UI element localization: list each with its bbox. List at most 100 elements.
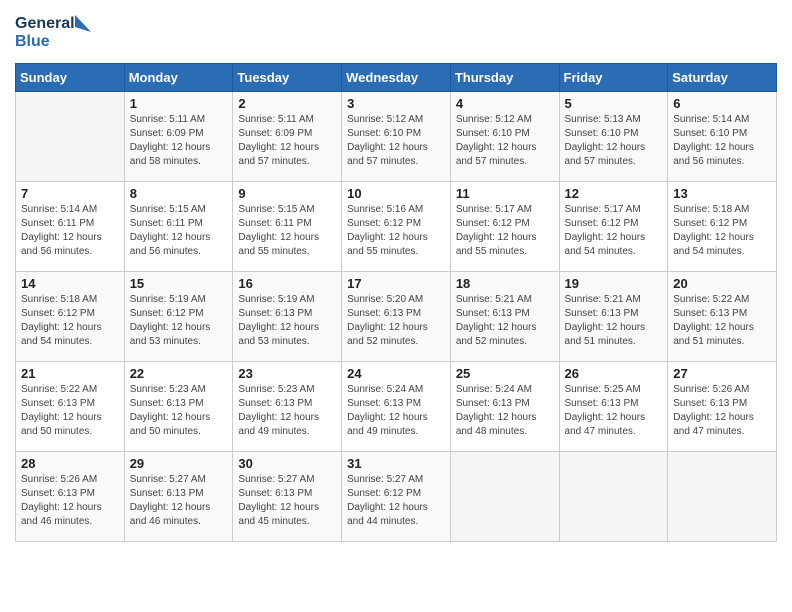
- calendar-cell: 2Sunrise: 5:11 AMSunset: 6:09 PMDaylight…: [233, 92, 342, 182]
- day-info: Sunrise: 5:26 AMSunset: 6:13 PMDaylight:…: [673, 383, 771, 439]
- day-number: 31: [347, 456, 445, 471]
- day-info: Sunrise: 5:17 AMSunset: 6:12 PMDaylight:…: [456, 203, 554, 259]
- calendar-cell: 24Sunrise: 5:24 AMSunset: 6:13 PMDayligh…: [342, 362, 451, 452]
- calendar-cell: 30Sunrise: 5:27 AMSunset: 6:13 PMDayligh…: [233, 452, 342, 542]
- day-number: 28: [21, 456, 119, 471]
- day-number: 25: [456, 366, 554, 381]
- day-number: 9: [238, 186, 336, 201]
- calendar-cell: 9 Sunrise: 5:15 AMSunset: 6:11 PMDaylight…: [233, 182, 342, 272]
- day-info: Sunrise: 5:15 AMSunset: 6:11 PMDaylight:…: [238, 203, 336, 259]
- calendar-cell: 31Sunrise: 5:27 AMSunset: 6:12 PMDayligh…: [342, 452, 451, 542]
- week-row-3: 14 Sunrise: 5:18 AMSunset: 6:12 PMDayligh…: [16, 272, 777, 362]
- day-info: Sunrise: 5:16 AMSunset: 6:12 PMDaylight:…: [347, 203, 445, 259]
- week-row-2: 7 Sunrise: 5:14 AMSunset: 6:11 PMDaylight…: [16, 182, 777, 272]
- day-info: Sunrise: 5:24 AMSunset: 6:13 PMDaylight:…: [456, 383, 554, 439]
- calendar-cell: 15 Sunrise: 5:19 AMSunset: 6:12 PMDayligh…: [124, 272, 233, 362]
- calendar-cell: 1Sunrise: 5:11 AMSunset: 6:09 PMDaylight…: [124, 92, 233, 182]
- calendar-cell: 29 Sunrise: 5:27 AMSunset: 6:13 PMDayligh…: [124, 452, 233, 542]
- day-info: Sunrise: 5:20 AMSunset: 6:13 PMDaylight:…: [347, 293, 445, 349]
- day-info: Sunrise: 5:24 AMSunset: 6:13 PMDaylight:…: [347, 383, 445, 439]
- calendar-cell: 20Sunrise: 5:22 AMSunset: 6:13 PMDayligh…: [668, 272, 777, 362]
- calendar-cell: 13 Sunrise: 5:18 AMSunset: 6:12 PMDayligh…: [668, 182, 777, 272]
- calendar-cell: 11 Sunrise: 5:17 AMSunset: 6:12 PMDayligh…: [450, 182, 559, 272]
- day-number: 27: [673, 366, 771, 381]
- day-info: Sunrise: 5:14 AMSunset: 6:11 PMDaylight:…: [21, 203, 119, 259]
- day-number: 19: [565, 276, 663, 291]
- calendar-cell: 27 Sunrise: 5:26 AMSunset: 6:13 PMDayligh…: [668, 362, 777, 452]
- weekday-header-saturday: Saturday: [668, 64, 777, 92]
- weekday-header-friday: Friday: [559, 64, 668, 92]
- day-number: 7: [21, 186, 119, 201]
- day-number: 10: [347, 186, 445, 201]
- day-number: 4: [456, 96, 554, 111]
- day-number: 3: [347, 96, 445, 111]
- calendar-table: SundayMondayTuesdayWednesdayThursdayFrid…: [15, 63, 777, 542]
- day-info: Sunrise: 5:12 AMSunset: 6:10 PMDaylight:…: [456, 113, 554, 169]
- day-number: 16: [238, 276, 336, 291]
- day-number: 22: [130, 366, 228, 381]
- calendar-cell: 22 Sunrise: 5:23 AMSunset: 6:13 PMDayligh…: [124, 362, 233, 452]
- calendar-cell: [668, 452, 777, 542]
- day-info: Sunrise: 5:21 AMSunset: 6:13 PMDaylight:…: [565, 293, 663, 349]
- day-number: 14: [21, 276, 119, 291]
- day-number: 30: [238, 456, 336, 471]
- weekday-header-sunday: Sunday: [16, 64, 125, 92]
- day-info: Sunrise: 5:13 AMSunset: 6:10 PMDaylight:…: [565, 113, 663, 169]
- calendar-cell: 7 Sunrise: 5:14 AMSunset: 6:11 PMDaylight…: [16, 182, 125, 272]
- day-info: Sunrise: 5:19 AMSunset: 6:12 PMDaylight:…: [130, 293, 228, 349]
- calendar-cell: [559, 452, 668, 542]
- calendar-cell: 4 Sunrise: 5:12 AMSunset: 6:10 PMDaylight…: [450, 92, 559, 182]
- day-info: Sunrise: 5:21 AMSunset: 6:13 PMDaylight:…: [456, 293, 554, 349]
- day-number: 21: [21, 366, 119, 381]
- calendar-cell: 5 Sunrise: 5:13 AMSunset: 6:10 PMDaylight…: [559, 92, 668, 182]
- day-number: 20: [673, 276, 771, 291]
- weekday-header-tuesday: Tuesday: [233, 64, 342, 92]
- day-number: 26: [565, 366, 663, 381]
- day-info: Sunrise: 5:18 AMSunset: 6:12 PMDaylight:…: [673, 203, 771, 259]
- calendar-cell: 12Sunrise: 5:17 AMSunset: 6:12 PMDayligh…: [559, 182, 668, 272]
- day-info: Sunrise: 5:27 AMSunset: 6:13 PMDaylight:…: [130, 473, 228, 529]
- day-info: Sunrise: 5:22 AMSunset: 6:13 PMDaylight:…: [21, 383, 119, 439]
- weekday-header-row: SundayMondayTuesdayWednesdayThursdayFrid…: [16, 64, 777, 92]
- day-number: 23: [238, 366, 336, 381]
- week-row-4: 21 Sunrise: 5:22 AMSunset: 6:13 PMDayligh…: [16, 362, 777, 452]
- day-info: Sunrise: 5:14 AMSunset: 6:10 PMDaylight:…: [673, 113, 771, 169]
- day-number: 15: [130, 276, 228, 291]
- day-info: Sunrise: 5:23 AMSunset: 6:13 PMDaylight:…: [130, 383, 228, 439]
- day-info: Sunrise: 5:18 AMSunset: 6:12 PMDaylight:…: [21, 293, 119, 349]
- day-number: 11: [456, 186, 554, 201]
- calendar-cell: 16 Sunrise: 5:19 AMSunset: 6:13 PMDayligh…: [233, 272, 342, 362]
- day-info: Sunrise: 5:19 AMSunset: 6:13 PMDaylight:…: [238, 293, 336, 349]
- day-info: Sunrise: 5:23 AMSunset: 6:13 PMDaylight:…: [238, 383, 336, 439]
- day-number: 5: [565, 96, 663, 111]
- day-number: 13: [673, 186, 771, 201]
- week-row-1: 1Sunrise: 5:11 AMSunset: 6:09 PMDaylight…: [16, 92, 777, 182]
- calendar-cell: 17Sunrise: 5:20 AMSunset: 6:13 PMDayligh…: [342, 272, 451, 362]
- calendar-cell: 8Sunrise: 5:15 AMSunset: 6:11 PMDaylight…: [124, 182, 233, 272]
- svg-text:Blue: Blue: [15, 33, 50, 50]
- weekday-header-thursday: Thursday: [450, 64, 559, 92]
- day-info: Sunrise: 5:26 AMSunset: 6:13 PMDaylight:…: [21, 473, 119, 529]
- calendar-cell: 26Sunrise: 5:25 AMSunset: 6:13 PMDayligh…: [559, 362, 668, 452]
- day-info: Sunrise: 5:15 AMSunset: 6:11 PMDaylight:…: [130, 203, 228, 259]
- day-info: Sunrise: 5:12 AMSunset: 6:10 PMDaylight:…: [347, 113, 445, 169]
- calendar-cell: 21 Sunrise: 5:22 AMSunset: 6:13 PMDayligh…: [16, 362, 125, 452]
- day-number: 18: [456, 276, 554, 291]
- calendar-cell: 28 Sunrise: 5:26 AMSunset: 6:13 PMDayligh…: [16, 452, 125, 542]
- calendar-cell: 23 Sunrise: 5:23 AMSunset: 6:13 PMDayligh…: [233, 362, 342, 452]
- weekday-header-wednesday: Wednesday: [342, 64, 451, 92]
- logo: GeneralBlue: [15, 10, 95, 55]
- calendar-cell: 3 Sunrise: 5:12 AMSunset: 6:10 PMDaylight…: [342, 92, 451, 182]
- day-number: 2: [238, 96, 336, 111]
- day-number: 29: [130, 456, 228, 471]
- calendar-cell: [450, 452, 559, 542]
- page: GeneralBlue SundayMondayTuesdayWednesday…: [0, 0, 792, 612]
- week-row-5: 28 Sunrise: 5:26 AMSunset: 6:13 PMDayligh…: [16, 452, 777, 542]
- calendar-cell: [16, 92, 125, 182]
- calendar-cell: 6 Sunrise: 5:14 AMSunset: 6:10 PMDaylight…: [668, 92, 777, 182]
- calendar-cell: 19 Sunrise: 5:21 AMSunset: 6:13 PMDayligh…: [559, 272, 668, 362]
- day-number: 6: [673, 96, 771, 111]
- logo-svg: GeneralBlue: [15, 10, 95, 55]
- weekday-header-monday: Monday: [124, 64, 233, 92]
- day-number: 1: [130, 96, 228, 111]
